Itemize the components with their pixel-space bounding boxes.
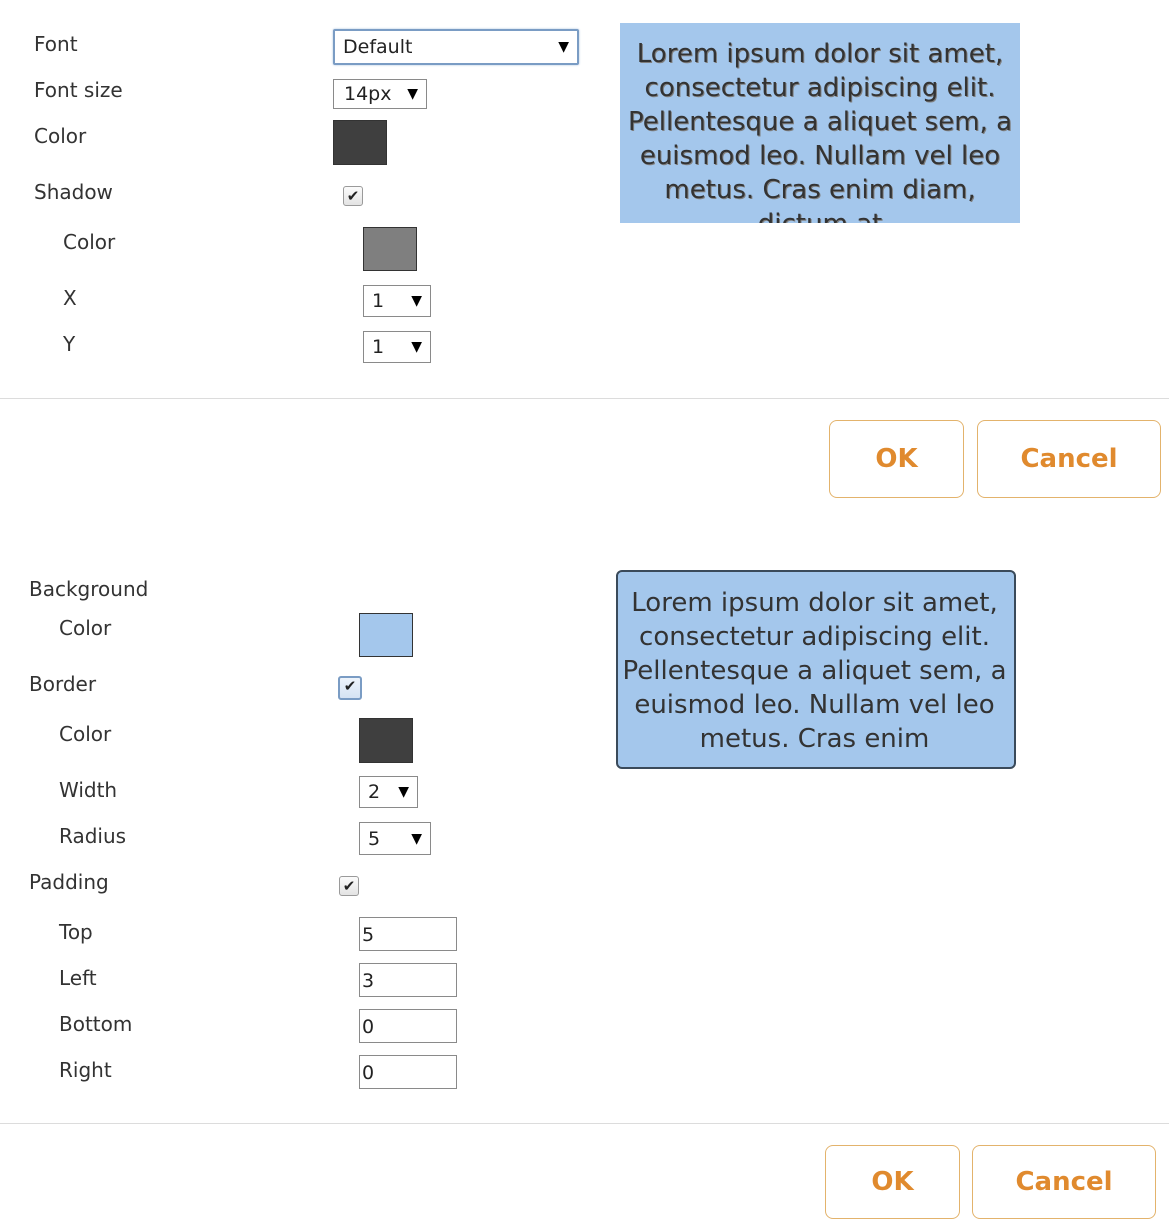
cancel-button[interactable]: Cancel [972,1145,1156,1219]
font-select-value: Default [343,36,413,58]
shadow-color-label: Color [63,230,116,254]
border-color-label: Color [59,722,112,746]
padding-top-label: Top [59,920,93,944]
padding-bottom-input[interactable]: 0 [359,1009,457,1043]
padding-left-label: Left [59,966,97,990]
border-checkbox[interactable]: ✔ [338,676,362,700]
shadow-y-select[interactable]: 1 ▼ [363,331,431,363]
color-label: Color [34,124,87,148]
border-radius-value: 5 [368,827,381,850]
font-select[interactable]: Default ▼ [333,29,579,65]
padding-right-input[interactable]: 0 [359,1055,457,1089]
border-width-label: Width [59,778,118,802]
font-size-select[interactable]: 14px ▼ [333,79,427,109]
font-size-value: 14px [344,83,392,105]
shadow-x-label: X [63,286,77,310]
shadow-x-value: 1 [372,290,385,312]
padding-label: Padding [29,870,109,894]
border-radius-label: Radius [59,824,127,848]
chevron-down-icon: ▼ [407,86,418,102]
chevron-down-icon: ▼ [398,784,409,800]
border-width-select[interactable]: 2 ▼ [359,776,418,808]
font-preview-box: Lorem ipsum dolor sit amet, consectetur … [620,23,1020,223]
chevron-down-icon: ▼ [558,39,569,55]
ok-button[interactable]: OK [829,420,964,498]
box-preview-box: Lorem ipsum dolor sit amet, consectetur … [616,570,1016,769]
border-label: Border [29,672,97,696]
background-color-swatch[interactable] [359,613,413,657]
chevron-down-icon: ▼ [411,830,422,847]
shadow-y-value: 1 [372,336,385,358]
background-label: Background [29,577,149,601]
shadow-x-select[interactable]: 1 ▼ [363,285,431,317]
cancel-button[interactable]: Cancel [977,420,1161,498]
border-radius-select[interactable]: 5 ▼ [359,822,431,855]
font-size-label: Font size [34,78,123,102]
chevron-down-icon: ▼ [411,293,422,309]
chevron-down-icon: ▼ [411,339,422,355]
padding-left-input[interactable]: 3 [359,963,457,997]
border-width-value: 2 [368,781,381,803]
shadow-y-label: Y [63,332,76,356]
border-color-swatch[interactable] [359,718,413,763]
shadow-checkbox[interactable]: ✔ [343,186,363,206]
ok-button[interactable]: OK [825,1145,960,1219]
padding-top-input[interactable]: 5 [359,917,457,951]
padding-right-label: Right [59,1058,112,1082]
font-color-swatch[interactable] [333,120,387,165]
shadow-color-swatch[interactable] [363,227,417,271]
padding-bottom-label: Bottom [59,1012,133,1036]
divider [0,1123,1169,1124]
divider [0,398,1169,399]
padding-checkbox[interactable]: ✔ [339,876,359,896]
font-label: Font [34,32,78,56]
bg-color-label: Color [59,616,112,640]
shadow-label: Shadow [34,180,113,204]
